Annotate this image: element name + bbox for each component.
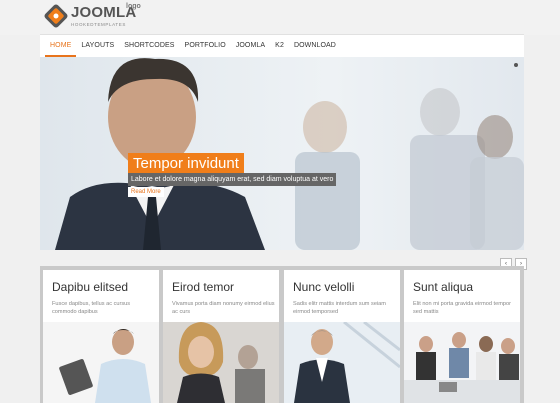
feature-card-2[interactable]: Eirod temor Vivamus porta diam nonumy ei…: [163, 270, 279, 403]
feature-card-1[interactable]: Dapibu elitsed Fusce dapibus, tellus ac …: [43, 270, 159, 403]
top-bar: JOOMLA logo HOOKEDTEMPLATES: [0, 0, 560, 35]
nav-item-shortcodes[interactable]: SHORTCODES: [119, 35, 179, 55]
card-image-businessman: [284, 322, 400, 403]
card-description: Fusce dapibus, tellus ac cursus commodo …: [52, 301, 131, 315]
nav-item-home[interactable]: HOME: [45, 35, 77, 57]
card-image-meeting: [404, 322, 520, 403]
read-more-button[interactable]: Read More: [128, 187, 164, 197]
nav-item-joomla[interactable]: JOOMLA: [231, 35, 270, 55]
feature-card-3[interactable]: Nunc velolli Sadis elitr mattis interdum…: [284, 270, 400, 403]
hero-slider: Tempor invidunt Labore et dolore magna a…: [40, 57, 524, 250]
hero-caption-text: Labore et dolore magna aliquyam erat, se…: [128, 173, 337, 186]
hero-caption-title: Tempor invidunt: [128, 153, 244, 174]
site-logo[interactable]: JOOMLA logo HOOKEDTEMPLATES: [44, 3, 164, 31]
nav-item-download[interactable]: DOWNLOAD: [289, 35, 341, 55]
card-description: Elit non mi porta gravida eirmod tempor …: [413, 301, 511, 315]
card-title[interactable]: Dapibu elitsed: [52, 280, 128, 294]
card-image-businesswoman: [163, 322, 279, 403]
card-image-tablet-man: [43, 322, 159, 403]
logo-superscript: logo: [126, 3, 141, 10]
card-description: Sadis elitr mattis interdum sum seiam ei…: [293, 301, 386, 315]
nav-item-portfolio[interactable]: PORTFOLIO: [180, 35, 231, 55]
joomla-logo-icon: [44, 4, 68, 28]
card-title[interactable]: Nunc velolli: [293, 280, 354, 294]
card-title[interactable]: Sunt aliqua: [413, 280, 473, 294]
card-description: Vivamus porta diam nonumy eirmod elius a…: [172, 301, 275, 315]
logo-subtitle: HOOKEDTEMPLATES: [71, 22, 126, 27]
hero-image: [40, 57, 524, 250]
main-navigation: HOME LAYOUTS SHORTCODES PORTFOLIO JOOMLA K2 DO…: [40, 34, 524, 58]
slide-dot-indicator[interactable]: [514, 63, 518, 67]
nav-item-k2[interactable]: K2: [270, 35, 289, 55]
card-title[interactable]: Eirod temor: [172, 280, 234, 294]
feature-card-4[interactable]: Sunt aliqua Elit non mi porta gravida ei…: [404, 270, 520, 403]
nav-item-layouts[interactable]: LAYOUTS: [76, 35, 119, 55]
